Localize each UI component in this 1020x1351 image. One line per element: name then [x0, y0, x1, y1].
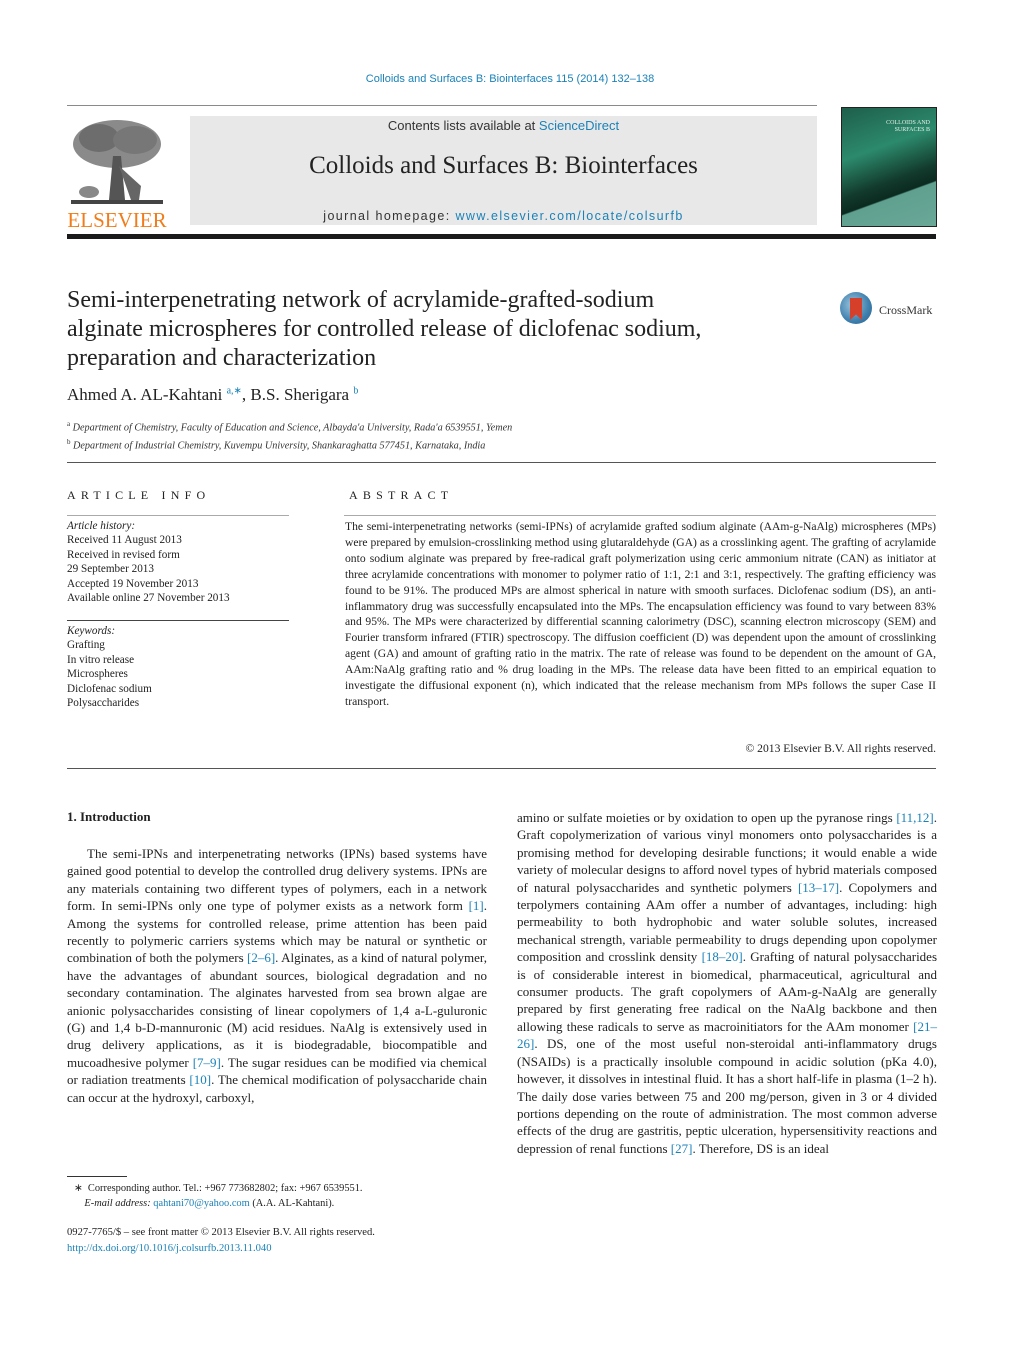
body-text: . Therefore, DS is an ideal [692, 1140, 830, 1156]
contents-line: Contents lists available at ScienceDirec… [190, 118, 817, 133]
footnote-rule [67, 1176, 127, 1177]
header-rule [67, 105, 817, 106]
masthead-divider [67, 234, 936, 239]
affiliation: b Department of Industrial Chemistry, Ku… [67, 438, 486, 452]
author-name[interactable]: B.S. Sherigara [250, 385, 349, 404]
keywords: Keywords: Grafting In vitro release Micr… [67, 624, 152, 710]
article-history: Article history: Received 11 August 2013… [67, 519, 230, 605]
running-head[interactable]: Colloids and Surfaces B: Biointerfaces 1… [0, 73, 1020, 85]
body-column-left: The semi-IPNs and interpenetrating netwo… [67, 845, 487, 1106]
body-text: The semi-IPNs and interpenetrating netwo… [67, 846, 487, 914]
journal-homepage: journal homepage: www.elsevier.com/locat… [190, 209, 817, 223]
journal-masthead: Contents lists available at ScienceDirec… [190, 116, 817, 225]
article-info-heading: ARTICLE INFO [67, 488, 211, 502]
citation-link[interactable]: [1] [469, 898, 484, 913]
section-divider [67, 462, 936, 463]
corresponding-author-footnote: ∗ Corresponding author. Tel.: +967 77368… [74, 1182, 363, 1211]
citation-link[interactable]: [18–20] [702, 949, 743, 964]
history-item: Accepted 19 November 2013 [67, 577, 199, 590]
cover-title: COLLOIDS AND SURFACES B [886, 120, 930, 133]
elsevier-wordmark: ELSEVIER [67, 208, 167, 232]
corresponding-author-info: Corresponding author. Tel.: +967 7736828… [87, 1183, 363, 1194]
email-link[interactable]: qahtani70@yahoo.com [153, 1198, 249, 1209]
citation-link[interactable]: [13–17] [798, 880, 839, 895]
affiliations: a Department of Chemistry, Faculty of Ed… [67, 417, 512, 454]
history-item: Available online 27 November 2013 [67, 592, 230, 605]
email-label: E-mail address: [84, 1197, 154, 1209]
affiliation: a Department of Chemistry, Faculty of Ed… [67, 420, 513, 434]
tree-icon [69, 116, 165, 208]
citation-link[interactable]: [27] [671, 1141, 693, 1156]
history-label: Article history: [67, 520, 136, 532]
body-text: . Alginates, as a kind of natural polyme… [67, 950, 487, 1070]
citation-link[interactable]: [10] [189, 1072, 211, 1087]
keyword: Grafting [67, 639, 105, 652]
journal-cover-thumbnail[interactable]: COLLOIDS AND SURFACES B [841, 107, 937, 227]
doi-link[interactable]: http://dx.doi.org/10.1016/j.colsurfb.201… [67, 1241, 375, 1257]
crossmark-button[interactable]: CrossMark [838, 290, 948, 330]
abstract-divider [67, 768, 936, 769]
crossmark-label: CrossMark [879, 303, 933, 317]
body-column-right: amino or sulfate moieties or by oxidatio… [517, 809, 937, 1157]
keywords-label: Keywords: [67, 625, 116, 637]
keyword: Diclofenac sodium [67, 682, 152, 695]
keyword: In vitro release [67, 653, 135, 666]
citation-link[interactable]: [2–6] [247, 950, 275, 965]
abstract-heading: ABSTRACT [349, 488, 454, 502]
introduction-heading: 1. Introduction [67, 809, 151, 824]
history-item: Received in revised form [67, 548, 180, 561]
author-affiliation-mark[interactable]: b [353, 385, 358, 396]
abstract-rule [344, 515, 936, 516]
author-list: Ahmed A. AL-Kahtani a,∗, B.S. Sherigara … [67, 385, 358, 405]
body-text: amino or sulfate moieties or by oxidatio… [517, 810, 897, 825]
abstract-text: The semi-interpenetrating networks (semi… [345, 520, 936, 708]
citation-link[interactable]: [11,12] [896, 810, 933, 825]
issn-line: 0927-7765/$ – see front matter © 2013 El… [67, 1227, 375, 1238]
keyword: Microspheres [67, 668, 128, 681]
abstract-copyright: © 2013 Elsevier B.V. All rights reserved… [745, 742, 936, 755]
author-name[interactable]: Ahmed A. AL-Kahtani [67, 385, 222, 404]
email-suffix: (A.A. AL-Kahtani). [249, 1197, 335, 1209]
contents-prefix: Contents lists available at [387, 118, 539, 133]
homepage-link[interactable]: www.elsevier.com/locate/colsurfb [456, 209, 684, 223]
sciencedirect-link[interactable]: ScienceDirect [539, 118, 619, 133]
elsevier-logo[interactable]: ELSEVIER [67, 116, 167, 232]
keywords-rule [67, 620, 289, 621]
citation-link[interactable]: [7–9] [193, 1055, 221, 1070]
body-text: . DS, one of the most useful non-steroid… [517, 1036, 937, 1156]
homepage-prefix: journal homepage: [323, 209, 456, 223]
front-matter: 0927-7765/$ – see front matter © 2013 El… [67, 1225, 375, 1256]
author-affiliation-mark[interactable]: a,∗ [227, 385, 242, 396]
footnote-mark: ∗ [74, 1183, 83, 1194]
journal-title: Colloids and Surfaces B: Biointerfaces [309, 152, 698, 179]
keyword: Polysaccharides [67, 697, 140, 710]
article-title: Semi-interpenetrating network of acrylam… [67, 287, 702, 371]
history-item: 29 September 2013 [67, 563, 154, 576]
article-info-rule [67, 515, 289, 516]
history-item: Received 11 August 2013 [67, 534, 182, 547]
